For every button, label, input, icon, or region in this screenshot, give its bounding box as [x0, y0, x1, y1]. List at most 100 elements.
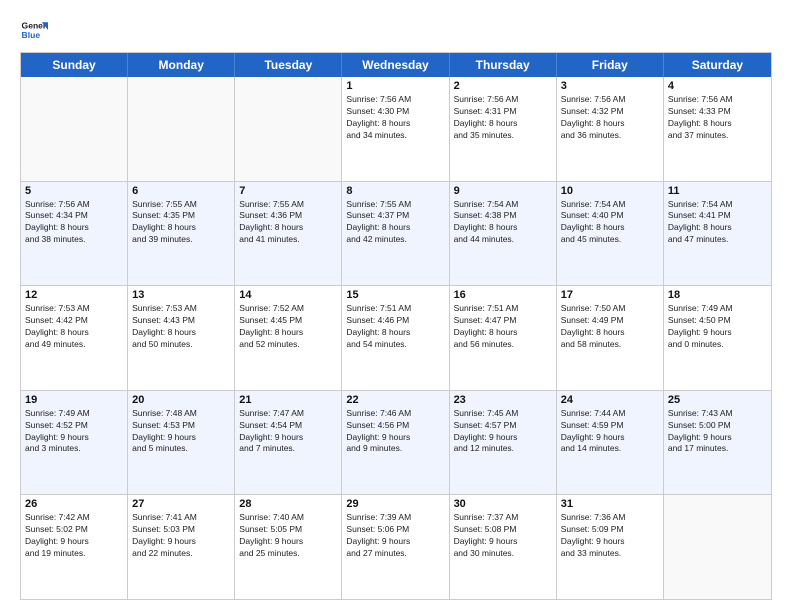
cell-day-number: 20 — [132, 394, 230, 406]
cell-day-number: 17 — [561, 289, 659, 301]
cell-daylight-info: Sunrise: 7:43 AM Sunset: 5:00 PM Dayligh… — [668, 408, 767, 456]
day-cell-10: 10 Sunrise: 7:54 AM Sunset: 4:40 PM Dayli… — [557, 182, 664, 286]
cell-daylight-info: Sunrise: 7:55 AM Sunset: 4:36 PM Dayligh… — [239, 199, 337, 247]
cell-day-number: 8 — [346, 185, 444, 197]
cell-day-number: 15 — [346, 289, 444, 301]
calendar-row-1: 5 Sunrise: 7:56 AM Sunset: 4:34 PM Daylig… — [21, 182, 771, 287]
day-cell-5: 5 Sunrise: 7:56 AM Sunset: 4:34 PM Daylig… — [21, 182, 128, 286]
logo: General Blue — [20, 16, 48, 44]
cell-daylight-info: Sunrise: 7:56 AM Sunset: 4:32 PM Dayligh… — [561, 94, 659, 142]
day-header-wednesday: Wednesday — [342, 53, 449, 77]
day-cell-27: 27 Sunrise: 7:41 AM Sunset: 5:03 PM Dayli… — [128, 495, 235, 599]
day-cell-16: 16 Sunrise: 7:51 AM Sunset: 4:47 PM Dayli… — [450, 286, 557, 390]
day-cell-20: 20 Sunrise: 7:48 AM Sunset: 4:53 PM Dayli… — [128, 391, 235, 495]
empty-cell-0-1 — [128, 77, 235, 181]
calendar-row-3: 19 Sunrise: 7:49 AM Sunset: 4:52 PM Dayli… — [21, 391, 771, 496]
day-cell-30: 30 Sunrise: 7:37 AM Sunset: 5:08 PM Dayli… — [450, 495, 557, 599]
cell-daylight-info: Sunrise: 7:36 AM Sunset: 5:09 PM Dayligh… — [561, 512, 659, 560]
calendar-row-2: 12Sunrise: 7:53 AM Sunset: 4:42 PM Dayli… — [21, 286, 771, 391]
cell-daylight-info: Sunrise: 7:54 AM Sunset: 4:38 PM Dayligh… — [454, 199, 552, 247]
svg-text:General: General — [22, 20, 48, 30]
cell-day-number: 2 — [454, 80, 552, 92]
cell-day-number: 29 — [346, 498, 444, 510]
day-cell-28: 28Sunrise: 7:40 AM Sunset: 5:05 PM Dayli… — [235, 495, 342, 599]
cell-day-number: 9 — [454, 185, 552, 197]
day-cell-12: 12Sunrise: 7:53 AM Sunset: 4:42 PM Dayli… — [21, 286, 128, 390]
day-cell-14: 14Sunrise: 7:52 AM Sunset: 4:45 PM Dayli… — [235, 286, 342, 390]
cell-day-number: 22 — [346, 394, 444, 406]
cell-day-number: 5 — [25, 185, 123, 197]
day-cell-1: 1Sunrise: 7:56 AM Sunset: 4:30 PM Daylig… — [342, 77, 449, 181]
cell-day-number: 27 — [132, 498, 230, 510]
cell-day-number: 21 — [239, 394, 337, 406]
day-header-monday: Monday — [128, 53, 235, 77]
cell-day-number: 4 — [668, 80, 767, 92]
day-cell-8: 8 Sunrise: 7:55 AM Sunset: 4:37 PM Daylig… — [342, 182, 449, 286]
day-header-thursday: Thursday — [450, 53, 557, 77]
cell-day-number: 13 — [132, 289, 230, 301]
day-cell-22: 22 Sunrise: 7:46 AM Sunset: 4:56 PM Dayli… — [342, 391, 449, 495]
cell-day-number: 24 — [561, 394, 659, 406]
cell-day-number: 31 — [561, 498, 659, 510]
cell-day-number: 18 — [668, 289, 767, 301]
cell-day-number: 3 — [561, 80, 659, 92]
empty-cell-4-6 — [664, 495, 771, 599]
cell-day-number: 23 — [454, 394, 552, 406]
cell-day-number: 11 — [668, 185, 767, 197]
empty-cell-0-0 — [21, 77, 128, 181]
cell-day-number: 30 — [454, 498, 552, 510]
day-cell-7: 7 Sunrise: 7:55 AM Sunset: 4:36 PM Daylig… — [235, 182, 342, 286]
cell-daylight-info: Sunrise: 7:54 AM Sunset: 4:40 PM Dayligh… — [561, 199, 659, 247]
cell-day-number: 16 — [454, 289, 552, 301]
svg-text:Blue: Blue — [22, 30, 41, 40]
day-cell-2: 2 Sunrise: 7:56 AM Sunset: 4:31 PM Daylig… — [450, 77, 557, 181]
cell-daylight-info: Sunrise: 7:49 AM Sunset: 4:52 PM Dayligh… — [25, 408, 123, 456]
day-cell-25: 25 Sunrise: 7:43 AM Sunset: 5:00 PM Dayli… — [664, 391, 771, 495]
day-cell-18: 18Sunrise: 7:49 AM Sunset: 4:50 PM Dayli… — [664, 286, 771, 390]
cell-day-number: 12 — [25, 289, 123, 301]
cell-day-number: 7 — [239, 185, 337, 197]
day-header-tuesday: Tuesday — [235, 53, 342, 77]
day-cell-11: 11 Sunrise: 7:54 AM Sunset: 4:41 PM Dayli… — [664, 182, 771, 286]
day-cell-13: 13 Sunrise: 7:53 AM Sunset: 4:43 PM Dayli… — [128, 286, 235, 390]
cell-daylight-info: Sunrise: 7:46 AM Sunset: 4:56 PM Dayligh… — [346, 408, 444, 456]
day-cell-4: 4Sunrise: 7:56 AM Sunset: 4:33 PM Daylig… — [664, 77, 771, 181]
day-cell-17: 17Sunrise: 7:50 AM Sunset: 4:49 PM Dayli… — [557, 286, 664, 390]
cell-day-number: 19 — [25, 394, 123, 406]
page: General Blue SundayMondayTuesdayWednesda… — [0, 0, 792, 612]
cell-daylight-info: Sunrise: 7:47 AM Sunset: 4:54 PM Dayligh… — [239, 408, 337, 456]
cell-daylight-info: Sunrise: 7:51 AM Sunset: 4:46 PM Dayligh… — [346, 303, 444, 351]
day-cell-6: 6Sunrise: 7:55 AM Sunset: 4:35 PM Daylig… — [128, 182, 235, 286]
cell-daylight-info: Sunrise: 7:53 AM Sunset: 4:43 PM Dayligh… — [132, 303, 230, 351]
cell-daylight-info: Sunrise: 7:56 AM Sunset: 4:34 PM Dayligh… — [25, 199, 123, 247]
empty-cell-0-2 — [235, 77, 342, 181]
cell-day-number: 1 — [346, 80, 444, 92]
day-cell-15: 15 Sunrise: 7:51 AM Sunset: 4:46 PM Dayli… — [342, 286, 449, 390]
cell-daylight-info: Sunrise: 7:42 AM Sunset: 5:02 PM Dayligh… — [25, 512, 123, 560]
cell-day-number: 14 — [239, 289, 337, 301]
day-header-saturday: Saturday — [664, 53, 771, 77]
logo-icon: General Blue — [20, 16, 48, 44]
calendar-body: 1Sunrise: 7:56 AM Sunset: 4:30 PM Daylig… — [21, 77, 771, 599]
day-cell-26: 26Sunrise: 7:42 AM Sunset: 5:02 PM Dayli… — [21, 495, 128, 599]
day-cell-24: 24Sunrise: 7:44 AM Sunset: 4:59 PM Dayli… — [557, 391, 664, 495]
cell-daylight-info: Sunrise: 7:54 AM Sunset: 4:41 PM Dayligh… — [668, 199, 767, 247]
cell-daylight-info: Sunrise: 7:55 AM Sunset: 4:37 PM Dayligh… — [346, 199, 444, 247]
day-cell-3: 3 Sunrise: 7:56 AM Sunset: 4:32 PM Daylig… — [557, 77, 664, 181]
day-cell-19: 19 Sunrise: 7:49 AM Sunset: 4:52 PM Dayli… — [21, 391, 128, 495]
cell-daylight-info: Sunrise: 7:45 AM Sunset: 4:57 PM Dayligh… — [454, 408, 552, 456]
cell-daylight-info: Sunrise: 7:56 AM Sunset: 4:31 PM Dayligh… — [454, 94, 552, 142]
calendar: SundayMondayTuesdayWednesdayThursdayFrid… — [20, 52, 772, 600]
day-header-sunday: Sunday — [21, 53, 128, 77]
day-header-friday: Friday — [557, 53, 664, 77]
cell-daylight-info: Sunrise: 7:41 AM Sunset: 5:03 PM Dayligh… — [132, 512, 230, 560]
cell-day-number: 28 — [239, 498, 337, 510]
cell-day-number: 25 — [668, 394, 767, 406]
cell-daylight-info: Sunrise: 7:37 AM Sunset: 5:08 PM Dayligh… — [454, 512, 552, 560]
cell-day-number: 10 — [561, 185, 659, 197]
day-cell-9: 9 Sunrise: 7:54 AM Sunset: 4:38 PM Daylig… — [450, 182, 557, 286]
cell-daylight-info: Sunrise: 7:51 AM Sunset: 4:47 PM Dayligh… — [454, 303, 552, 351]
cell-day-number: 6 — [132, 185, 230, 197]
calendar-header: SundayMondayTuesdayWednesdayThursdayFrid… — [21, 53, 771, 77]
cell-daylight-info: Sunrise: 7:48 AM Sunset: 4:53 PM Dayligh… — [132, 408, 230, 456]
